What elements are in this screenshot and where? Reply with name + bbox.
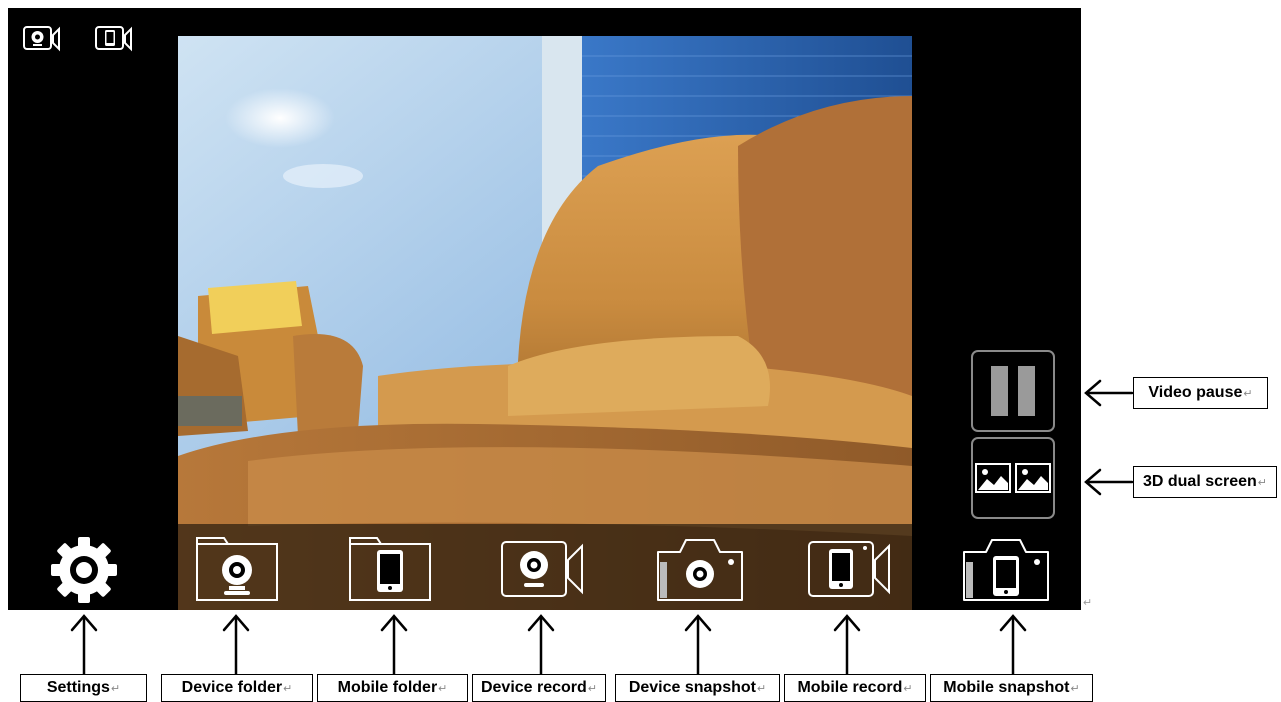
label-settings: Settings ↵ <box>20 674 147 702</box>
label-mobile-snapshot: Mobile snapshot ↵ <box>930 674 1093 702</box>
label-dual-screen: 3D dual screen ↵ <box>1133 466 1277 498</box>
label-device-folder: Device folder ↵ <box>161 674 313 702</box>
label-mobile-record: Mobile record ↵ <box>784 674 926 702</box>
annotation-arrows <box>70 379 1134 677</box>
label-device-record: Device record ↵ <box>472 674 606 702</box>
label-device-snapshot: Device snapshot ↵ <box>615 674 780 702</box>
label-video-pause: Video pause ↵ <box>1133 377 1268 409</box>
label-mobile-folder: Mobile folder ↵ <box>317 674 468 702</box>
